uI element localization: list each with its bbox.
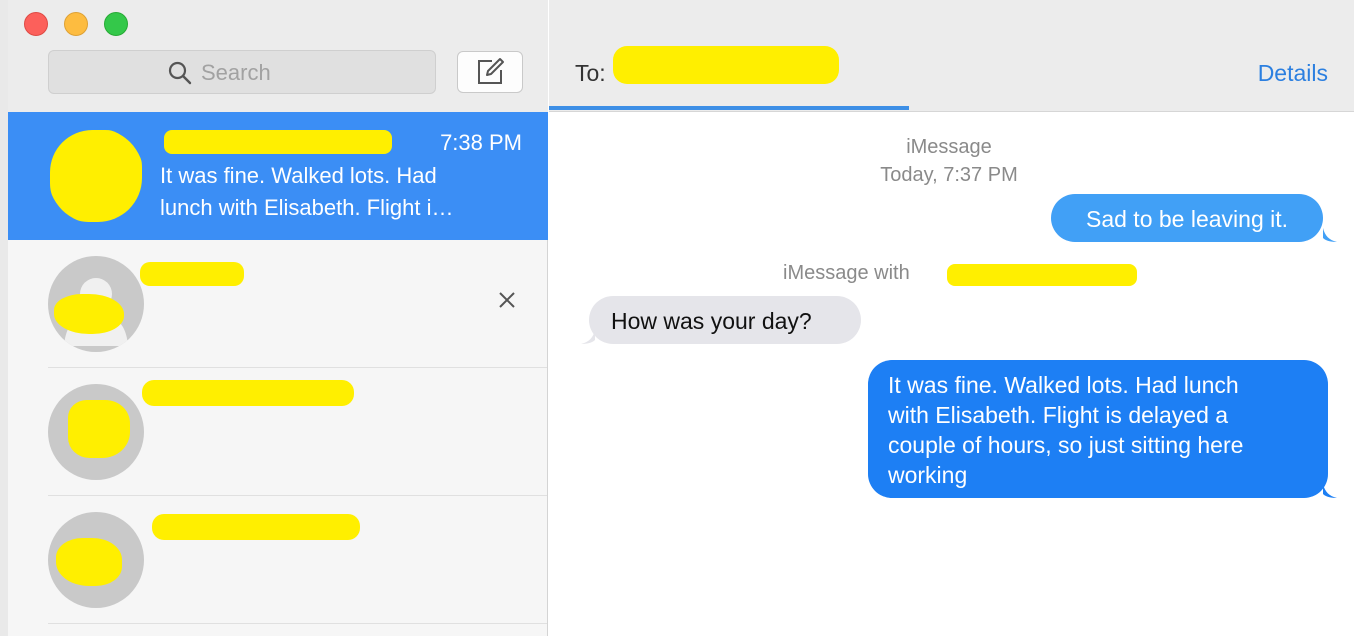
message-text-line: couple of hours, so just sitting here: [888, 432, 1244, 458]
close-icon[interactable]: [497, 290, 517, 310]
bubble-tail: [1323, 484, 1337, 498]
message-text-line: It was fine. Walked lots. Had lunch: [888, 372, 1239, 398]
conversation-preview-line: It was fine. Walked lots. Had: [160, 163, 437, 188]
search-inner: Search: [167, 59, 271, 87]
close-window-button[interactable]: [24, 12, 48, 36]
redaction-mark: [68, 400, 130, 458]
conversation-item-selected[interactable]: 7:38 PM It was fine. Walked lots. Had lu…: [8, 112, 548, 240]
avatar: [48, 384, 144, 480]
avatar: [48, 128, 144, 224]
recipient-redaction[interactable]: [613, 46, 839, 84]
to-label: To:: [575, 60, 606, 86]
messages-window: Search 7:38 PM It was fine. Walked lots.…: [8, 0, 1354, 636]
redaction-mark: [140, 262, 244, 286]
bubble-tail: [1323, 228, 1337, 242]
redaction-mark: [164, 130, 392, 154]
conversation-preview: It was fine. Walked lots. Had lunch with…: [160, 160, 520, 224]
compose-icon: [478, 58, 504, 84]
bubble-tail: [581, 330, 595, 344]
details-button[interactable]: Details: [1258, 60, 1328, 87]
message-text-line: working: [888, 462, 968, 488]
message-text: How was your day?: [611, 308, 812, 334]
zoom-window-button[interactable]: [104, 12, 128, 36]
redaction-mark: [54, 294, 124, 334]
minimize-window-button[interactable]: [64, 12, 88, 36]
divider: [48, 623, 547, 624]
conversation-preview-line: lunch with Elisabeth. Flight i…: [160, 195, 454, 220]
redaction-mark: [947, 264, 1137, 286]
message-text-line: with Elisabeth. Flight is delayed a: [888, 402, 1229, 428]
chat-pane: To: Details iMessage Today, 7:37 PM Sad …: [549, 0, 1354, 636]
sent-message-bubble[interactable]: Sad to be leaving it.: [1051, 194, 1323, 242]
sidebar: Search 7:38 PM It was fine. Walked lots.…: [8, 0, 548, 636]
redaction-mark: [56, 538, 122, 586]
sidebar-toolbar: Search: [8, 0, 548, 112]
sent-message-bubble[interactable]: It was fine. Walked lots. Had lunch with…: [868, 360, 1328, 498]
conversation-meta: iMessage with: [783, 262, 910, 285]
conversation-meta-label: iMessage with: [783, 262, 910, 284]
chat-header: To: Details: [549, 0, 1354, 112]
service-label: iMessage: [906, 136, 992, 158]
recipient-field-underline: [549, 106, 909, 110]
conversation-item[interactable]: [8, 496, 548, 624]
avatar: [48, 256, 144, 352]
redaction-mark: [50, 130, 142, 222]
compose-button[interactable]: [457, 51, 523, 93]
search-icon: [168, 61, 192, 85]
received-message-bubble[interactable]: How was your day?: [589, 296, 861, 344]
message-timestamp: Today, 7:37 PM: [880, 164, 1018, 186]
redaction-mark: [142, 380, 354, 406]
search-input[interactable]: Search: [48, 50, 436, 94]
search-placeholder: Search: [201, 60, 271, 85]
conversation-item[interactable]: [8, 368, 548, 496]
redaction-mark: [152, 514, 360, 540]
conversation-item[interactable]: [8, 240, 548, 368]
conversation-time: 7:38 PM: [440, 130, 522, 155]
avatar: [48, 512, 144, 608]
message-text: Sad to be leaving it.: [1085, 206, 1289, 232]
